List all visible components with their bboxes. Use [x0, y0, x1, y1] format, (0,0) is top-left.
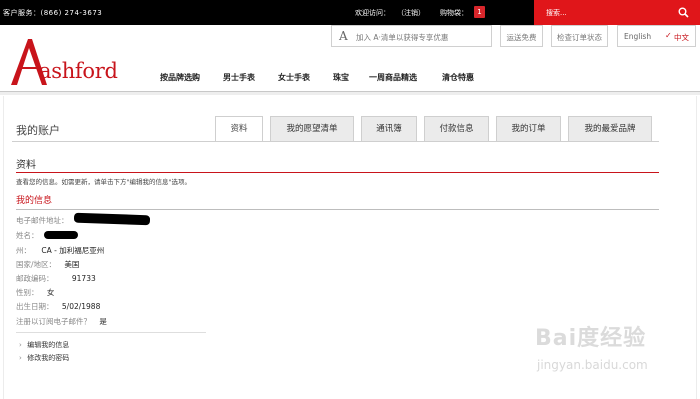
ashford-logo[interactable]: ashford — [9, 38, 143, 86]
cart-link[interactable]: 购物袋： — [440, 8, 468, 18]
field-value: 是 — [99, 317, 107, 326]
language-english[interactable]: English — [624, 32, 651, 41]
search-placeholder: 搜索... — [546, 9, 567, 17]
free-shipping-button[interactable]: 运送免费 — [500, 25, 543, 47]
edit-info-label: 编辑我的信息 — [27, 341, 70, 349]
field-value: 5/02/1988 — [61, 302, 101, 311]
watermark-sub-text: jingyan.baidu.com — [537, 358, 648, 372]
a-list-icon: A — [339, 29, 348, 43]
nav-item-jewelry[interactable]: 珠宝 — [333, 72, 349, 83]
field-label: 注册以订阅电子邮件？ — [16, 317, 91, 326]
language-switcher[interactable]: English ✓ 中文 — [617, 25, 696, 47]
watermark-main-text: Bai度经验 — [535, 326, 647, 351]
field-email: 电子邮件地址： — [16, 215, 69, 226]
field-value: 91733 — [71, 274, 96, 283]
join-a-list-text: 加入 A·清单以获得专享优惠 — [356, 33, 449, 42]
field-name: 姓名： — [16, 230, 39, 241]
tab-address-book[interactable]: 通讯簿 — [361, 116, 417, 141]
nav-item-clearance[interactable]: 清仓特惠 — [442, 72, 474, 83]
field-birthdate: 出生日期： 5/02/1988 — [16, 301, 100, 312]
customer-service-phone: 客户服务：(866) 274-3673 — [3, 9, 103, 17]
field-value: 美国 — [64, 260, 80, 269]
search-input[interactable]: 搜索... — [534, 0, 700, 25]
join-a-list-box[interactable]: A 加入 A·清单以获得专享优惠 — [331, 25, 492, 47]
field-state: 州： CA - 加利福尼亚州 — [16, 245, 104, 256]
field-label: 电子邮件地址： — [16, 216, 69, 225]
nav-item-weekly-picks[interactable]: 一周商品精选 — [369, 72, 417, 83]
logout-link[interactable]: （注销） — [397, 8, 425, 18]
logo-text: ashford — [39, 59, 118, 83]
order-status-button[interactable]: 检查订单状态 — [551, 25, 608, 47]
order-status-label: 检查订单状态 — [557, 33, 602, 42]
tab-payment-info[interactable]: 付款信息 — [424, 116, 489, 141]
field-label: 性别： — [16, 288, 39, 297]
section-title: 资料 — [16, 160, 36, 171]
change-password-link[interactable]: › 修改我的密码 — [19, 353, 69, 363]
top-bar: 客户服务：(866) 274-3673 欢迎访问： （注销） 购物袋： 1 搜索… — [0, 0, 700, 25]
nav-item-brands[interactable]: 按品牌选购 — [160, 72, 200, 83]
nav-item-mens-watches[interactable]: 男士手表 — [223, 72, 255, 83]
baidu-jingyan-watermark: Bai度经验 jingyan.baidu.com — [535, 320, 665, 380]
cart-count-badge[interactable]: 1 — [474, 6, 485, 18]
field-gender: 性别： 女 — [16, 287, 54, 298]
tabs-baseline — [12, 141, 659, 142]
nav-shadow — [0, 92, 700, 95]
redacted-name — [44, 231, 78, 239]
field-label: 州： — [16, 246, 31, 255]
change-password-label: 修改我的密码 — [27, 354, 70, 362]
field-label: 出生日期： — [16, 302, 54, 311]
field-value: 女 — [46, 288, 55, 297]
section-description: 查看您的信息。如需更新，请单击下方"编辑我的信息"选项。 — [16, 178, 191, 186]
nav-item-womens-watches[interactable]: 女士手表 — [278, 72, 310, 83]
chevron-right-icon: › — [19, 341, 22, 349]
page-title: 我的账户 — [16, 124, 60, 137]
links-divider — [16, 332, 206, 333]
field-label: 姓名： — [16, 231, 39, 240]
my-info-heading: 我的信息 — [16, 196, 53, 206]
chevron-right-icon: › — [19, 354, 22, 362]
field-label: 邮政编码： — [16, 274, 54, 283]
field-subscribe: 注册以订阅电子邮件？ 是 — [16, 316, 107, 327]
check-icon: ✓ — [665, 31, 672, 40]
welcome-text: 欢迎访问： — [355, 9, 390, 17]
tab-my-orders[interactable]: 我的订单 — [496, 116, 561, 141]
edit-info-link[interactable]: › 编辑我的信息 — [19, 340, 69, 350]
field-zip: 邮政编码： 91733 — [16, 273, 96, 284]
tab-favorite-brands[interactable]: 我的最爱品牌 — [568, 116, 652, 141]
language-chinese[interactable]: 中文 — [674, 32, 689, 43]
field-value: CA - 加利福尼亚州 — [41, 246, 105, 255]
tab-profile[interactable]: 资料 — [215, 116, 263, 142]
free-shipping-label: 运送免费 — [506, 33, 537, 42]
search-icon[interactable] — [678, 7, 689, 18]
tab-wishlist[interactable]: 我的愿望清单 — [270, 116, 354, 141]
field-country: 国家/地区： 美国 — [16, 259, 79, 270]
field-label: 国家/地区： — [16, 260, 57, 269]
my-info-divider — [16, 209, 659, 210]
section-divider — [16, 172, 659, 173]
